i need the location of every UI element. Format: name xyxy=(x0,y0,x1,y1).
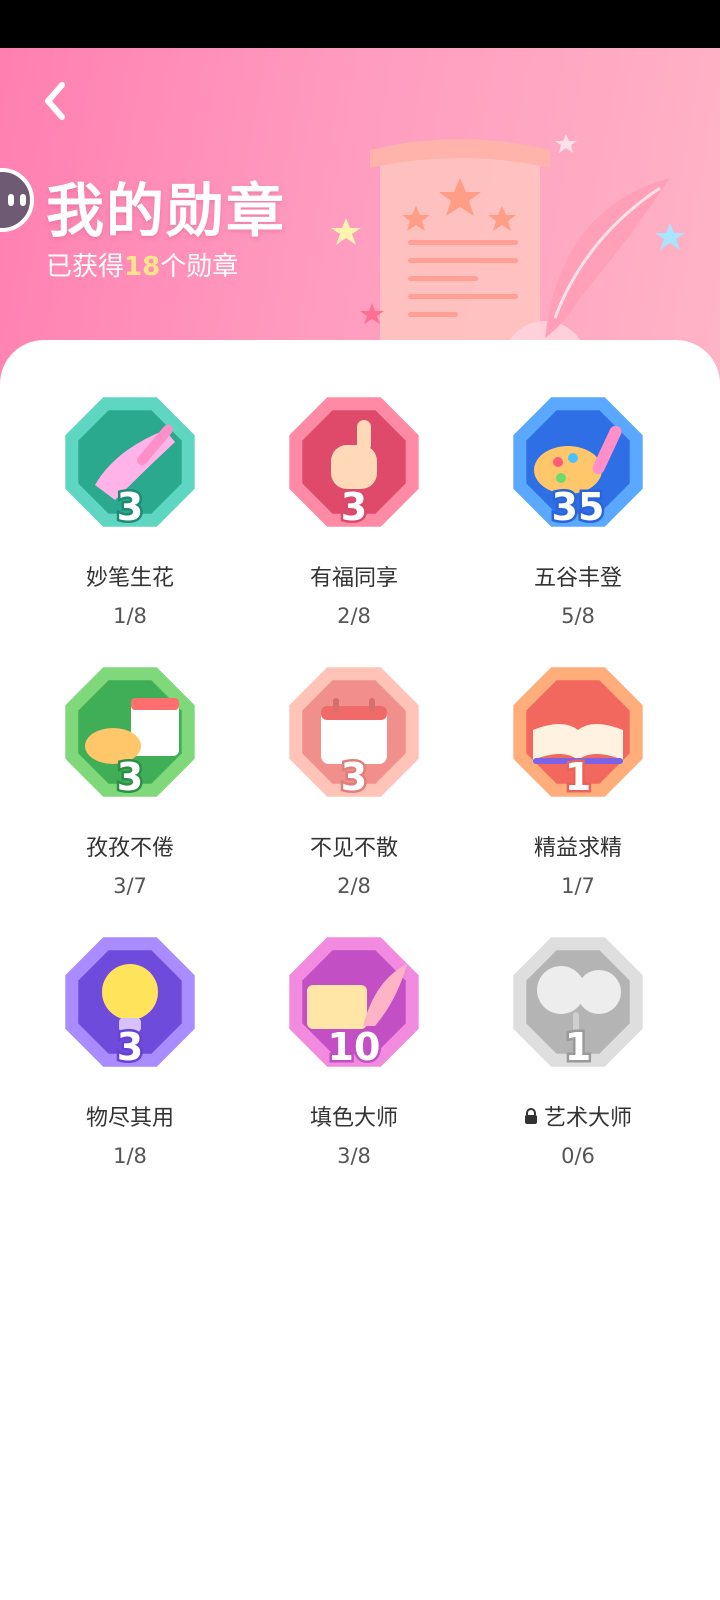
badge-name-text: 精益求精 xyxy=(533,836,622,861)
svg-text:10: 10 xyxy=(328,1025,381,1069)
avatar[interactable] xyxy=(0,168,34,232)
badge-count: 18 xyxy=(124,252,161,282)
badge-name: 有福同享 xyxy=(310,560,398,592)
badge-name-text: 妙笔生花 xyxy=(85,566,174,591)
badge-name-text: 物尽其用 xyxy=(85,1106,174,1131)
badge-name: 物尽其用 xyxy=(86,1100,174,1132)
svg-text:3: 3 xyxy=(341,755,367,799)
svg-text:3: 3 xyxy=(341,485,367,529)
badge-name-text: 五谷丰登 xyxy=(533,566,622,591)
svg-text:1: 1 xyxy=(565,1025,591,1069)
chevron-left-icon xyxy=(45,82,65,120)
badge-name: 孜孜不倦 xyxy=(86,830,174,862)
svg-text:3: 3 xyxy=(117,485,143,529)
page-title: 我的勋章 xyxy=(46,177,287,245)
lock-icon xyxy=(524,1108,537,1124)
svg-text:3: 3 xyxy=(117,1025,143,1069)
badge-name: 填色大师 xyxy=(310,1100,398,1132)
subtitle-prefix: 已获得 xyxy=(46,252,125,282)
badge-item[interactable]: 1 艺术大师 0/6 xyxy=(458,930,698,1190)
badge-progress: 3/8 xyxy=(337,1144,371,1168)
badge-progress: 3/7 xyxy=(113,874,147,898)
flower-icon: 1 xyxy=(513,937,643,1072)
svg-text:3: 3 xyxy=(117,755,143,799)
badge-item[interactable]: 3 妙笔生花 1/8 xyxy=(10,390,250,650)
calendar-palette-icon: 3 xyxy=(65,667,195,802)
badge-name-text: 艺术大师 xyxy=(543,1106,632,1131)
status-bar xyxy=(0,0,720,48)
badge-name: 五谷丰登 xyxy=(534,560,622,592)
badge-item[interactable]: 10 填色大师 3/8 xyxy=(234,930,474,1190)
subtitle-suffix: 个勋章 xyxy=(160,252,239,282)
badge-progress: 1/7 xyxy=(561,874,595,898)
badge-name: 妙笔生花 xyxy=(86,560,174,592)
badge-item[interactable]: 35 五谷丰登 5/8 xyxy=(458,390,698,650)
badge-progress: 5/8 xyxy=(561,604,595,628)
badge-progress: 1/8 xyxy=(113,1144,147,1168)
badge-item[interactable]: 3 孜孜不倦 3/7 xyxy=(10,660,250,920)
badge-progress: 1/8 xyxy=(113,604,147,628)
lightbulb-icon: 3 xyxy=(65,937,195,1072)
calendar-icon: 3 xyxy=(289,667,419,802)
badge-name: 艺术大师 xyxy=(524,1100,632,1132)
badge-item[interactable]: 1 精益求精 1/7 xyxy=(458,660,698,920)
badge-progress: 2/8 xyxy=(337,604,371,628)
badge-progress: 2/8 xyxy=(337,874,371,898)
badge-name-text: 不见不散 xyxy=(309,836,398,861)
badge-name: 不见不散 xyxy=(310,830,398,862)
svg-text:1: 1 xyxy=(565,755,591,799)
badge-item[interactable]: 3 物尽其用 1/8 xyxy=(10,930,250,1190)
back-button[interactable] xyxy=(30,76,80,126)
paintbrush-icon: 3 xyxy=(65,397,195,532)
badge-count-subtitle: 已获得18个勋章 xyxy=(46,246,238,283)
book-icon: 1 xyxy=(513,667,643,802)
palette-icon: 35 xyxy=(513,397,643,532)
thumbs-up-icon: 3 xyxy=(289,397,419,532)
svg-text:35: 35 xyxy=(552,485,605,529)
badge-name-text: 有福同享 xyxy=(309,566,398,591)
badge-name-text: 孜孜不倦 xyxy=(85,836,174,861)
badge-name-text: 填色大师 xyxy=(309,1106,398,1131)
badge-name: 精益求精 xyxy=(534,830,622,862)
badge-item[interactable]: 3 不见不散 2/8 xyxy=(234,660,474,920)
badge-progress: 0/6 xyxy=(561,1144,595,1168)
badge-item[interactable]: 3 有福同享 2/8 xyxy=(234,390,474,650)
scroll-quill-icon: 10 xyxy=(289,937,419,1072)
